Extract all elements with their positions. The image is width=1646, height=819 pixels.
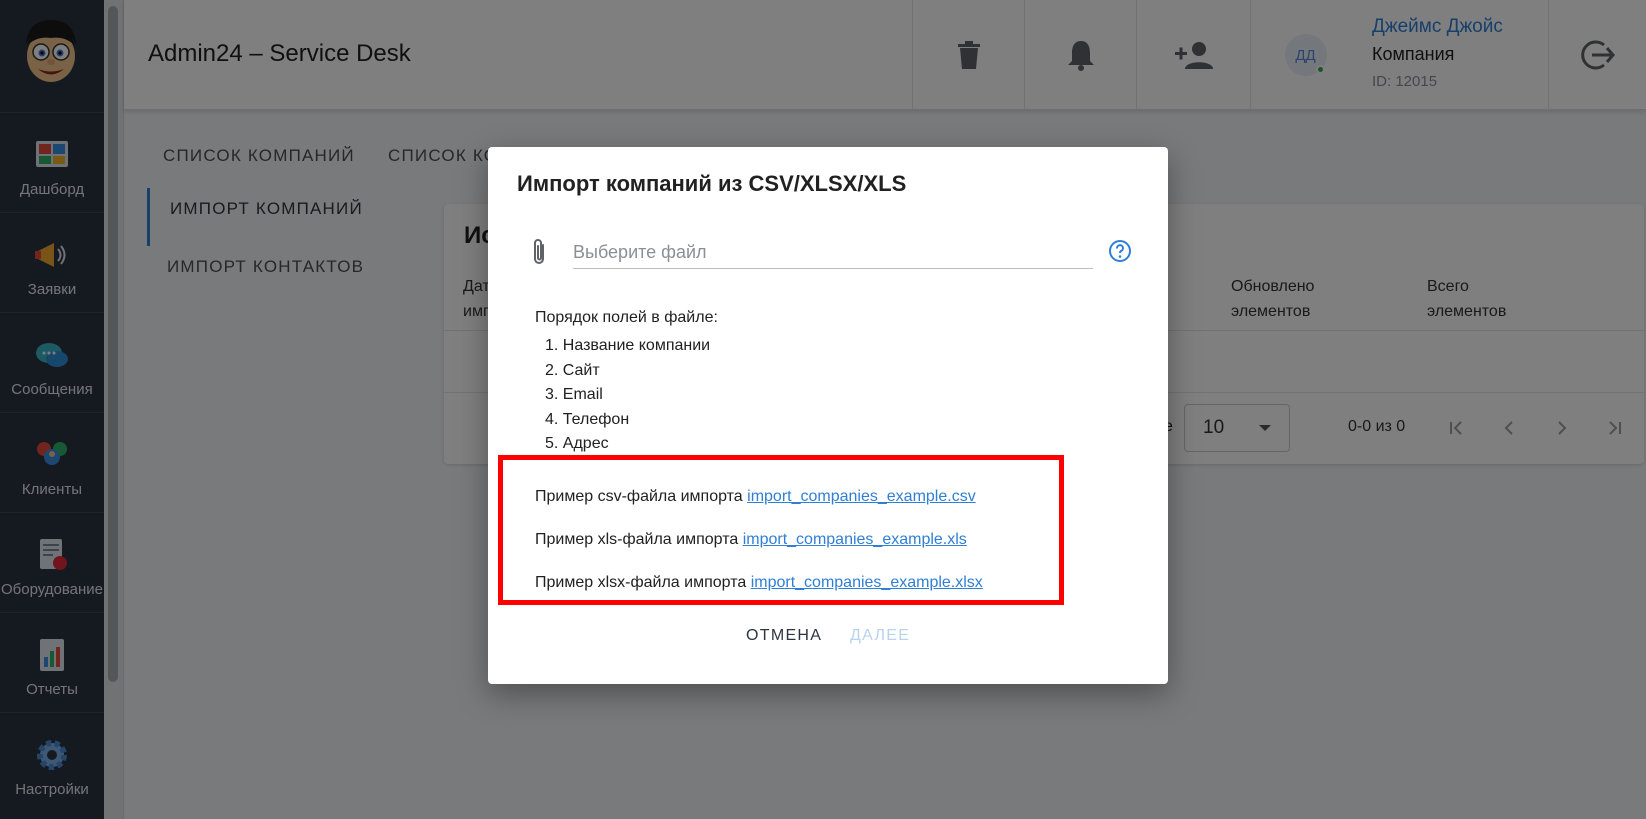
list-item: 2. Сайт	[545, 361, 600, 379]
next-button[interactable]: ДАЛЕЕ	[850, 627, 910, 645]
import-dialog: Импорт компаний из CSV/XLSX/XLS Порядок …	[488, 147, 1168, 684]
example-xls-line: Пример xls-файла импорта import_companie…	[535, 518, 983, 561]
fields-order-list: 1. Название компании 2. Сайт 3. Email 4.…	[545, 334, 710, 457]
example-xlsx-text: Пример xlsx-файла импорта	[535, 574, 747, 591]
paperclip-icon	[534, 239, 544, 264]
fields-order-title: Порядок полей в файле:	[535, 309, 718, 326]
example-csv-text: Пример csv-файла импорта	[535, 488, 743, 505]
file-input[interactable]	[573, 231, 1093, 269]
example-csv-link[interactable]: import_companies_example.csv	[747, 488, 976, 505]
file-picker[interactable]	[528, 231, 1138, 271]
example-csv-line: Пример csv-файла импорта import_companie…	[535, 475, 983, 518]
cancel-button[interactable]: ОТМЕНА	[746, 627, 822, 645]
example-xlsx-link[interactable]: import_companies_example.xlsx	[751, 574, 983, 591]
list-item: 3. Email	[545, 386, 603, 403]
list-item: 5. Адрес	[545, 435, 609, 452]
dialog-title: Импорт компаний из CSV/XLSX/XLS	[517, 171, 907, 196]
example-files: Пример csv-файла импорта import_companie…	[535, 475, 983, 604]
list-item: 4. Телефон	[545, 410, 630, 428]
list-item: 1. Название компании	[545, 337, 711, 354]
example-xls-link[interactable]: import_companies_example.xls	[743, 531, 967, 548]
example-xls-text: Пример xls-файла импорта	[535, 531, 739, 548]
help-icon[interactable]	[1108, 239, 1132, 263]
example-xlsx-line: Пример xlsx-файла импорта import_compani…	[535, 561, 983, 604]
